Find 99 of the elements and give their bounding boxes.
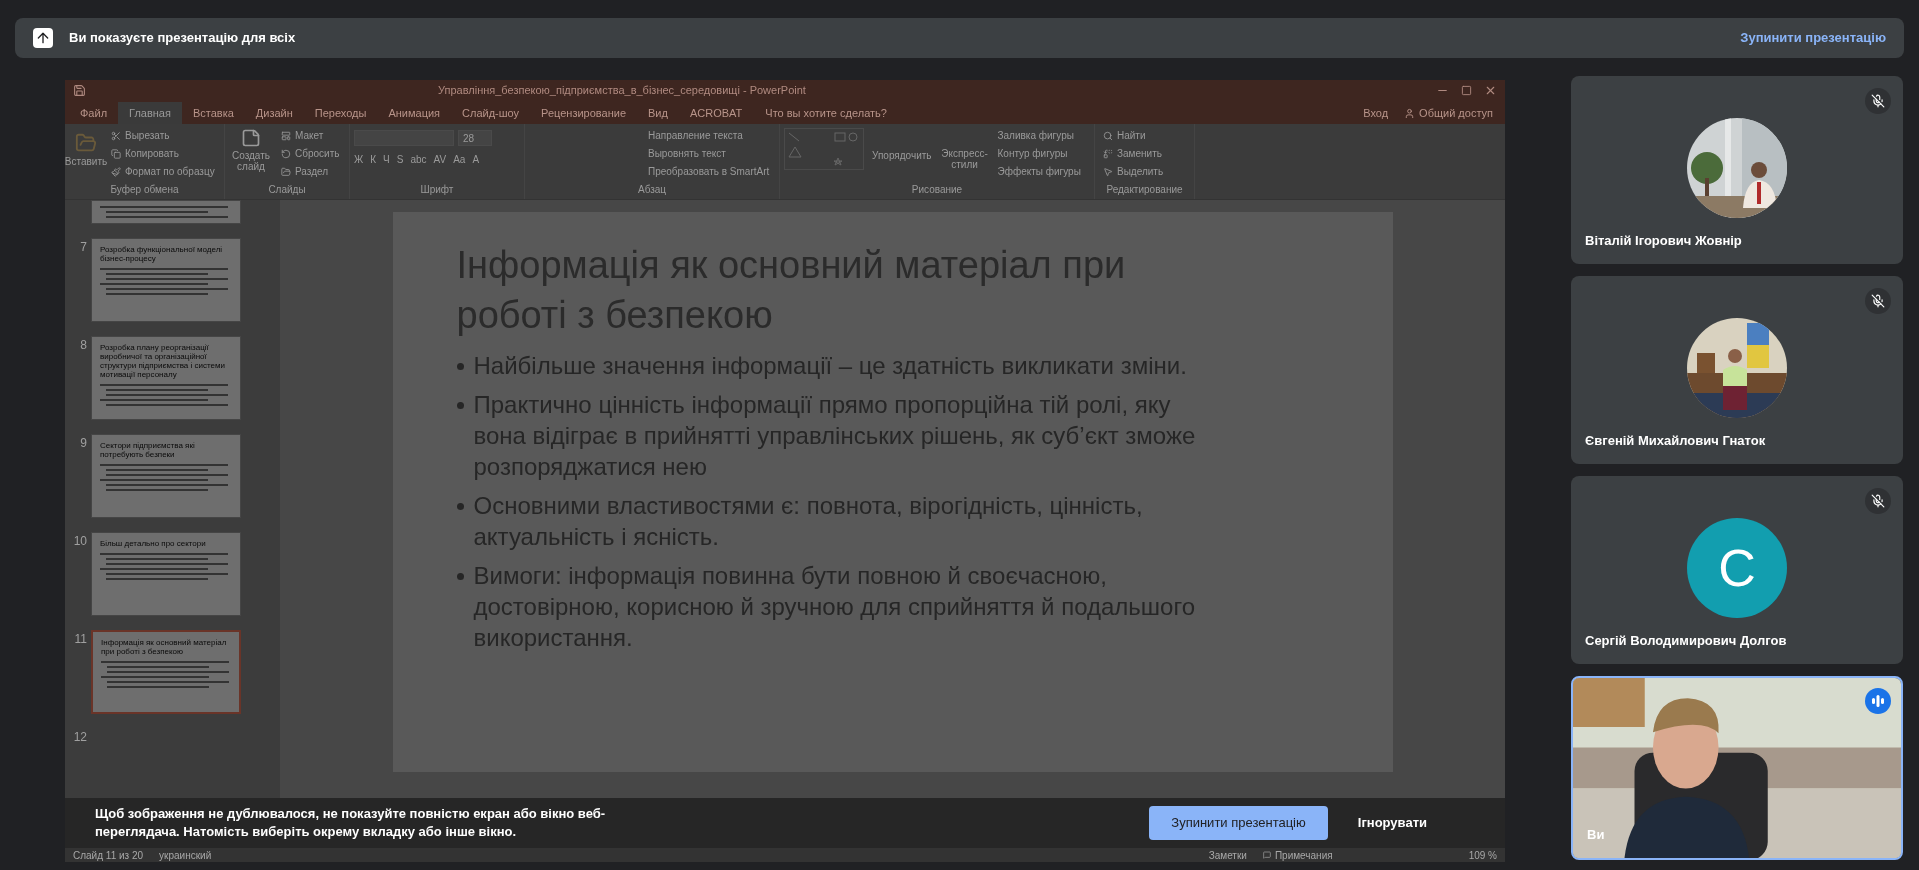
tell-me-field[interactable]: Что вы хотите сделать? xyxy=(753,102,899,124)
ribbon-command[interactable]: Сбросить xyxy=(281,146,340,161)
thumbnail-title: Більш детально про сектори xyxy=(100,539,207,548)
ribbon-command[interactable]: Вырезать xyxy=(111,128,215,143)
ribbon-tab[interactable]: Вид xyxy=(637,102,679,124)
ribbon-command[interactable]: Раздел xyxy=(281,164,340,179)
command-icon xyxy=(111,148,121,159)
bullet-icon xyxy=(456,402,464,409)
format-button[interactable]: A xyxy=(472,152,480,176)
slide-thumbnail[interactable]: Інформація як основний матеріал при роботі з безпекою xyxy=(91,630,241,714)
avatar: С xyxy=(1687,518,1787,618)
group-label: Шрифт xyxy=(419,183,455,197)
slide-icon xyxy=(241,128,261,148)
slide-thumbnail[interactable]: Розробка плану реорганізації виробничої та організаційної структури підприємства і системи мотивації персоналу xyxy=(91,336,241,420)
ribbon-command[interactable]: Заменить xyxy=(1103,146,1186,161)
slide-thumbnail[interactable]: Більш детально про сектори xyxy=(91,532,241,616)
window-title: Управління_безпекою_підприємства_в_бізнес_середовищі - PowerPoint xyxy=(438,82,806,98)
font-size-field[interactable]: 28 xyxy=(458,130,492,146)
command-icon xyxy=(281,130,291,141)
command-icon xyxy=(1103,130,1113,141)
ribbon-tab[interactable]: Главная xyxy=(118,102,182,124)
slide-number: 9 xyxy=(79,435,87,452)
participant-name: Ви xyxy=(1587,825,1605,844)
command-icon xyxy=(281,148,291,159)
warning-message: Щоб зображення не дублювалося, не показуйте повністю екран або вікно веб-переглядача. Натомість виберіть окрему вкладку або інше вікно. xyxy=(95,805,607,841)
command-icon xyxy=(281,166,291,177)
bullet-icon xyxy=(456,573,464,580)
format-button[interactable]: abc xyxy=(410,152,427,176)
thumbnail-title: Розробка плану реорганізації виробничої та організаційної структури підприємства і системи мотивації персоналу xyxy=(100,343,226,379)
format-button[interactable]: Ж xyxy=(354,152,364,176)
slide-thumbnail[interactable]: Сектори підприємства які потребують безпеки xyxy=(91,434,241,518)
share-button[interactable]: Общий доступ xyxy=(1396,102,1501,124)
format-button[interactable]: Aa xyxy=(453,152,466,176)
language-label: украинский xyxy=(159,848,212,862)
save-icon[interactable] xyxy=(73,83,86,97)
format-button[interactable]: S xyxy=(396,152,404,176)
group-label: Буфер обмена xyxy=(109,183,180,197)
format-button[interactable]: AV xyxy=(433,152,447,176)
command-icon xyxy=(1103,166,1113,177)
ribbon-command[interactable]: Контур фигуры xyxy=(997,146,1081,161)
zoom-level: 109 % xyxy=(1468,848,1497,862)
ribbon-tab[interactable]: Вставка xyxy=(181,102,245,124)
stop-sharing-button[interactable]: Зупинити презентацію xyxy=(1149,806,1328,840)
ribbon-tab[interactable]: Файл xyxy=(69,102,119,124)
slide-number: 11 xyxy=(73,631,87,648)
slide-thumbnail[interactable]: Розробка функціональної моделі бізнес-процесу xyxy=(91,238,241,322)
format-button[interactable]: К xyxy=(370,152,377,176)
ribbon-command[interactable]: Макет xyxy=(281,128,340,143)
sign-in-link[interactable]: Вход xyxy=(1355,102,1397,124)
ribbon-tab[interactable]: Дизайн xyxy=(244,102,304,124)
person-icon xyxy=(1404,107,1416,119)
ribbon-tab[interactable]: ACROBAT xyxy=(678,102,754,124)
bullet-icon xyxy=(456,363,464,370)
new-slide-button[interactable]: Создать слайд xyxy=(229,128,273,182)
slide-number: 7 xyxy=(79,239,87,256)
arrange-button[interactable]: Упорядочить xyxy=(872,128,932,182)
slide-number: 12 xyxy=(72,729,87,746)
stop-sharing-link[interactable]: Зупинити презентацію xyxy=(1740,28,1886,48)
ribbon-tab[interactable]: Анимация xyxy=(377,102,452,124)
slide-number: 10 xyxy=(72,533,87,550)
ribbon-command[interactable]: Направление текста xyxy=(648,128,771,143)
ribbon-command[interactable]: Формат по образцу xyxy=(111,164,215,179)
notes-button[interactable]: Заметки xyxy=(1208,847,1247,862)
comments-button[interactable]: Примечания xyxy=(1262,847,1333,862)
sharing-message: Ви показуєте презентацію для всіх xyxy=(69,29,296,48)
comment-icon xyxy=(1262,851,1271,859)
ribbon-tab[interactable]: Рецензирование xyxy=(530,102,638,124)
ribbon-command[interactable]: Выровнять текст xyxy=(648,146,771,161)
thumbnail-title: Сектори підприємства які потребують безпеки xyxy=(100,441,196,459)
ribbon-command[interactable]: Выделить xyxy=(1103,164,1186,179)
maximize-icon[interactable] xyxy=(1461,84,1472,96)
ribbon-command[interactable]: Эффекты фигуры xyxy=(997,164,1081,179)
command-icon xyxy=(111,166,121,177)
ribbon-command[interactable]: Найти xyxy=(1103,128,1186,143)
command-icon xyxy=(111,130,121,141)
ignore-button[interactable]: Ігнорувати xyxy=(1335,806,1449,840)
group-label: Слайды xyxy=(267,183,307,197)
bullet-icon xyxy=(456,503,464,510)
group-label: Редактирование xyxy=(1105,183,1184,197)
thumbnail-title: Інформація як основний матеріал при роботі з безпекою xyxy=(101,638,228,656)
slide-number: 8 xyxy=(79,337,87,354)
ribbon-command[interactable]: Преобразовать в SmartArt xyxy=(648,164,771,179)
ribbon-command[interactable]: Заливка фигуры xyxy=(997,128,1081,143)
format-button[interactable]: Ч xyxy=(383,152,390,176)
participant-name: Євгеній Михайлович Гнаток xyxy=(1585,431,1766,450)
group-label: Рисование xyxy=(910,183,964,197)
ribbon-tab[interactable]: Переходы xyxy=(303,102,378,124)
slide-counter: Слайд 11 из 20 xyxy=(73,848,144,862)
command-icon xyxy=(1103,148,1113,159)
group-label: Абзац xyxy=(636,183,668,197)
participant-name: Віталій Ігорович Жовнір xyxy=(1585,231,1742,250)
ribbon-tab[interactable]: Слайд-шоу xyxy=(451,102,531,124)
speaking-icon xyxy=(1865,688,1891,714)
quick-styles-button[interactable]: Экспресс-стили xyxy=(939,128,990,182)
clipboard-icon xyxy=(75,132,97,154)
participant-name: Сергій Володимирович Долгов xyxy=(1585,631,1787,650)
thumbnail-title: Розробка функціональної моделі бізнес-процесу xyxy=(100,245,224,263)
ribbon-command[interactable]: Копировать xyxy=(111,146,215,161)
present-icon xyxy=(33,28,53,48)
